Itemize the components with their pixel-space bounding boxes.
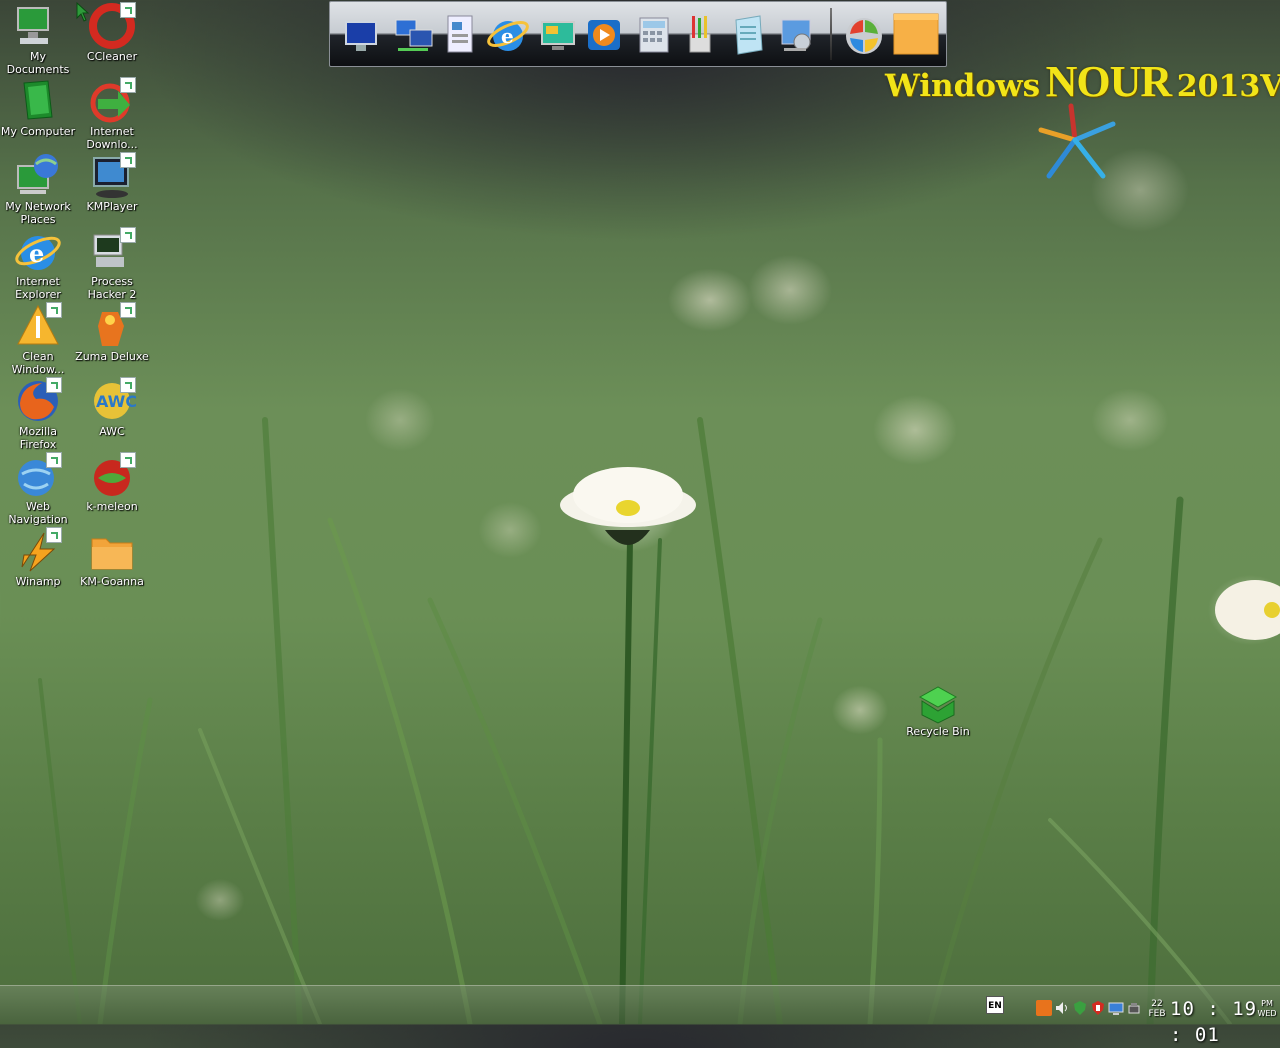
shortcut-arrow-icon	[120, 377, 136, 393]
icon-label: Winamp	[15, 575, 61, 588]
monitor-icon	[345, 21, 377, 51]
network-monitor-icon[interactable]	[1108, 1000, 1124, 1016]
desktop-icon-my-network-places[interactable]: My Network Places	[0, 152, 76, 226]
icon-label: Process Hacker 2	[87, 275, 137, 301]
quick-launch-dock: e	[329, 1, 947, 67]
shortcut-arrow-icon	[120, 302, 136, 318]
shortcut-arrow-icon	[46, 377, 62, 393]
taskbar: EN 22 FEB 10 : 19 : 01 PM WED	[0, 985, 1280, 1046]
internet-explorer-icon: e	[487, 21, 529, 51]
network-globe-icon	[17, 154, 58, 194]
computer-documents-icon	[17, 7, 49, 44]
desktop-icon-awc[interactable]: AWC AWC	[74, 377, 150, 438]
icon-label: AWC	[99, 425, 125, 438]
icon-label: Web Navigation	[8, 500, 68, 526]
display-settings-icon	[541, 21, 575, 50]
desktop-icon-my-computer[interactable]: My Computer	[0, 77, 76, 138]
icon-label: Clean Window...	[11, 350, 65, 376]
dock-separator	[830, 8, 832, 60]
desktop-icon-my-documents[interactable]: My Documents	[0, 2, 76, 76]
dock-calculator-icon[interactable]	[632, 12, 676, 58]
network-computers-icon	[395, 19, 433, 51]
shortcut-arrow-icon	[120, 152, 136, 168]
svg-text:e: e	[29, 239, 44, 268]
desktop-icon-k-meleon[interactable]: k-meleon	[74, 452, 150, 513]
dock-ie-icon[interactable]: e	[486, 12, 530, 58]
desktop-icon-web-navigation[interactable]: Web Navigation	[0, 452, 76, 526]
icon-label: My Computer	[0, 125, 76, 138]
icon-label: KM-Goanna	[80, 575, 144, 588]
dock-documents-icon[interactable]	[438, 12, 482, 58]
desktop-icon-kmplayer[interactable]: KMPlayer	[74, 152, 150, 213]
icon-label: My Network Places	[5, 200, 71, 226]
shortcut-arrow-icon	[120, 2, 136, 18]
clock-month: FEB	[1148, 1009, 1166, 1019]
volume-icon[interactable]	[1054, 1000, 1070, 1016]
icon-label: Internet Downlo...	[86, 125, 138, 151]
dock-control-panel-icon[interactable]	[774, 12, 818, 58]
shortcut-arrow-icon	[120, 227, 136, 243]
icon-label: Mozilla Firefox	[19, 425, 57, 451]
icon-label: CCleaner	[86, 50, 138, 63]
shortcut-arrow-icon	[120, 77, 136, 93]
desktop-icon-km-goanna[interactable]: KM-Goanna	[74, 527, 150, 588]
clock-day: 22	[1151, 999, 1163, 1009]
desktop-icon-internet-explorer[interactable]: e Internet Explorer	[0, 227, 76, 301]
control-panel-icon	[781, 19, 811, 51]
desktop-icon-clean-windows[interactable]: Clean Window...	[0, 302, 76, 376]
dock-paint-icon[interactable]	[678, 12, 722, 58]
dock-display-icon[interactable]	[536, 12, 580, 58]
folder-icon	[91, 538, 133, 570]
my-computer-icon	[23, 80, 53, 120]
dock-notepad-icon[interactable]	[726, 12, 770, 58]
folder-icon	[893, 13, 939, 55]
shortcut-arrow-icon	[46, 302, 62, 318]
icon-label: Internet Explorer	[15, 275, 61, 301]
desktop-icon-process-hacker[interactable]: Process Hacker 2	[74, 227, 150, 301]
dock-folder-icon[interactable]	[890, 10, 940, 56]
icon-label: k-meleon	[86, 500, 138, 513]
recycle-bin-icon	[918, 686, 958, 724]
brand-nour: NOUR	[1045, 57, 1173, 106]
star-logo-icon	[1038, 103, 1116, 179]
language-indicator[interactable]: EN	[986, 996, 1004, 1014]
clock-ampm: PM WED	[1256, 999, 1278, 1019]
desktop-icon-internet-download-manager[interactable]: Internet Downlo...	[74, 77, 150, 151]
shortcut-arrow-icon	[120, 452, 136, 468]
calculator-icon	[639, 17, 669, 53]
icon-label: KMPlayer	[86, 200, 138, 213]
icon-label: Recycle Bin	[906, 725, 970, 738]
documents-icon	[447, 15, 473, 53]
desktop-icon-zuma-deluxe[interactable]: Zuma Deluxe	[74, 302, 150, 363]
dock-monitor-icon[interactable]	[340, 12, 384, 58]
dock-network-icon[interactable]	[392, 12, 436, 58]
svg-text:AWC: AWC	[96, 392, 136, 411]
svg-text:e: e	[501, 24, 514, 48]
desktop-branding: Windows NOUR 2013V3	[885, 56, 1280, 106]
dock-start-orb-icon[interactable]	[842, 12, 886, 58]
antivirus-shield-icon[interactable]	[1090, 1000, 1106, 1016]
dock-media-player-icon[interactable]	[582, 12, 626, 58]
desktop-icon-recycle-bin[interactable]: Recycle Bin	[900, 677, 976, 738]
paint-icon	[689, 16, 711, 53]
shortcut-arrow-icon	[46, 452, 62, 468]
brand-windows: Windows	[885, 68, 1041, 104]
icon-label: Zuma Deluxe	[75, 350, 149, 363]
desktop-icon-ccleaner[interactable]: CCleaner	[74, 2, 150, 63]
desktop-icon-winamp[interactable]: Winamp	[0, 527, 76, 588]
media-player-icon	[588, 20, 620, 50]
windows-orb-icon	[846, 18, 882, 54]
icon-label: My Documents	[6, 50, 70, 76]
desktop-icon-mozilla-firefox[interactable]: Mozilla Firefox	[0, 377, 76, 451]
clock-date[interactable]: 22 FEB	[1146, 999, 1168, 1023]
brand-version: 2013V3	[1176, 69, 1280, 104]
security-shield-icon[interactable]	[1072, 1000, 1088, 1016]
usb-device-icon[interactable]	[1126, 1000, 1142, 1016]
notepad-icon	[735, 15, 763, 55]
shortcut-arrow-icon	[46, 527, 62, 543]
clock-period: PM	[1261, 999, 1273, 1008]
clock-weekday: WED	[1257, 1009, 1277, 1018]
internet-explorer-icon: e	[15, 236, 61, 270]
tray-zuma-icon[interactable]	[1036, 1000, 1052, 1016]
